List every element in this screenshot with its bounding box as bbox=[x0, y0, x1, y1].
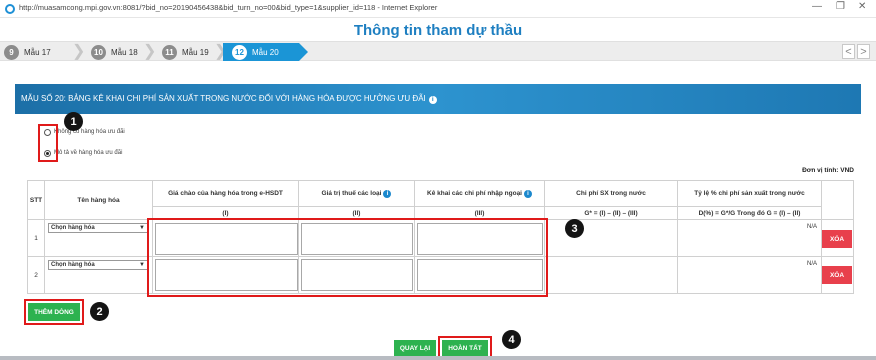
header-item: Tên hàng hóa bbox=[44, 180, 153, 220]
section-title-text: MẪU SỐ 20: BẢNG KÊ KHAI CHI PHÍ SẢN XUẤT… bbox=[21, 94, 426, 103]
header-bid-price: Giá chào của hàng hóa trong e-HSDT bbox=[152, 180, 299, 207]
unit-label: Đơn vị tính: VND bbox=[802, 167, 854, 174]
bottom-strip bbox=[0, 356, 876, 360]
annotation-box-finish bbox=[438, 336, 492, 358]
section-title: MẪU SỐ 20: BẢNG KÊ KHAI CHI PHÍ SẢN XUẤT… bbox=[21, 94, 437, 104]
row-stt: 2 bbox=[27, 256, 45, 294]
item-cell: Chọn hàng hóa ▼ bbox=[44, 256, 153, 294]
ratio-cell: N/A bbox=[677, 219, 822, 257]
page-title: Thông tin tham dự thầu bbox=[353, 22, 523, 39]
action-cell: XÓA bbox=[821, 219, 854, 257]
item-select[interactable]: Chọn hàng hóa ▼ bbox=[48, 223, 148, 233]
title-bar: http://muasamcong.mpi.gov.vn:8081/?bid_n… bbox=[0, 0, 876, 18]
back-button[interactable]: QUAY LẠI bbox=[394, 340, 436, 356]
annotation-box-inputs bbox=[147, 218, 548, 297]
domestic-cost-cell bbox=[544, 256, 678, 294]
header-tax: Giá trị thuế các loại i bbox=[298, 180, 415, 207]
header-bid-price-text: Giá chào của hàng hóa trong e-HSDT bbox=[168, 190, 283, 197]
header-import-cost: Kê khai các chi phí nhập ngoại i bbox=[414, 180, 545, 207]
ratio-value: N/A bbox=[806, 261, 817, 267]
chevron-right-icon: ❯ bbox=[143, 43, 157, 60]
window-url: http://muasamcong.mpi.gov.vn:8081/?bid_n… bbox=[19, 3, 438, 12]
minimize-icon[interactable]: — bbox=[812, 1, 822, 12]
step-mau-20[interactable]: 12 Mẫu 20 bbox=[223, 43, 308, 61]
item-select-value: Chọn hàng hóa bbox=[51, 262, 95, 268]
chevron-right-icon: ❯ bbox=[72, 43, 86, 60]
step-label: Mẫu 18 bbox=[111, 47, 138, 57]
next-step-button[interactable]: > bbox=[857, 44, 870, 59]
step-number: 10 bbox=[91, 44, 106, 60]
step-bar: 9 Mẫu 17 ❯ 10 Mẫu 18 ❯ 11 Mẫu 19 ❯ 12 Mẫ… bbox=[0, 41, 876, 61]
section-banner: MẪU SỐ 20: BẢNG KÊ KHAI CHI PHÍ SẢN XUẤT… bbox=[15, 84, 861, 114]
step-label: Mẫu 19 bbox=[182, 47, 209, 57]
ratio-value: N/A bbox=[806, 224, 817, 230]
annotation-box-add-row bbox=[24, 299, 84, 325]
step-mau-17[interactable]: 9 Mẫu 17 bbox=[4, 44, 51, 60]
step-marker-3: 3 bbox=[565, 219, 584, 238]
prev-step-button[interactable]: < bbox=[842, 44, 855, 59]
header-domestic-cost: Chi phí SX trong nước bbox=[544, 180, 678, 207]
action-cell: XÓA bbox=[821, 256, 854, 294]
info-icon[interactable]: i bbox=[524, 189, 532, 198]
row-stt: 1 bbox=[27, 219, 45, 257]
step-number: 11 bbox=[162, 44, 177, 60]
step-label: Mẫu 17 bbox=[24, 47, 51, 57]
step-mau-18[interactable]: 10 Mẫu 18 bbox=[91, 44, 138, 60]
subheader-ratio: D(%) = G*/G Trong đó G = (I) – (II) bbox=[677, 206, 822, 220]
step-marker-1: 1 bbox=[64, 112, 83, 131]
header-tax-text: Giá trị thuế các loại bbox=[321, 189, 382, 197]
header-ratio: Tỷ lệ % chi phí sản xuất trong nước bbox=[677, 180, 822, 207]
browser-window: http://muasamcong.mpi.gov.vn:8081/?bid_n… bbox=[0, 0, 876, 360]
maximize-icon[interactable]: ❐ bbox=[836, 1, 845, 12]
close-icon[interactable]: ✕ bbox=[858, 1, 866, 12]
step-marker-2: 2 bbox=[90, 302, 109, 321]
step-number: 12 bbox=[232, 44, 247, 60]
radio-no-preferential-label: Không có hàng hóa ưu đãi bbox=[54, 129, 125, 135]
item-select[interactable]: Chọn hàng hóa ▼ bbox=[48, 260, 148, 270]
info-icon[interactable]: i bbox=[428, 96, 437, 104]
delete-row-button[interactable]: XÓA bbox=[822, 266, 852, 284]
step-number: 9 bbox=[4, 44, 19, 60]
annotation-box-radios bbox=[38, 124, 58, 162]
chevron-down-icon: ▼ bbox=[139, 262, 145, 268]
info-icon[interactable]: i bbox=[383, 189, 392, 198]
step-marker-4: 4 bbox=[502, 330, 521, 349]
chevron-down-icon: ▼ bbox=[139, 225, 145, 231]
step-mau-19[interactable]: 11 Mẫu 19 bbox=[162, 44, 209, 60]
step-label: Mẫu 20 bbox=[252, 47, 279, 57]
delete-row-button[interactable]: XÓA bbox=[822, 230, 852, 248]
item-select-value: Chọn hàng hóa bbox=[51, 225, 95, 231]
internet-explorer-icon bbox=[5, 4, 15, 14]
radio-describe-preferential-label: Mô tả về hàng hóa ưu đãi bbox=[54, 150, 123, 156]
header-import-cost-text: Kê khai các chi phí nhập ngoại bbox=[427, 189, 522, 197]
subheader-domestic-cost: G* = (I) – (II) – (III) bbox=[544, 206, 678, 220]
item-cell: Chọn hàng hóa ▼ bbox=[44, 219, 153, 257]
ratio-cell: N/A bbox=[677, 256, 822, 294]
header-actions bbox=[821, 180, 854, 220]
header-stt: STT bbox=[27, 180, 45, 220]
